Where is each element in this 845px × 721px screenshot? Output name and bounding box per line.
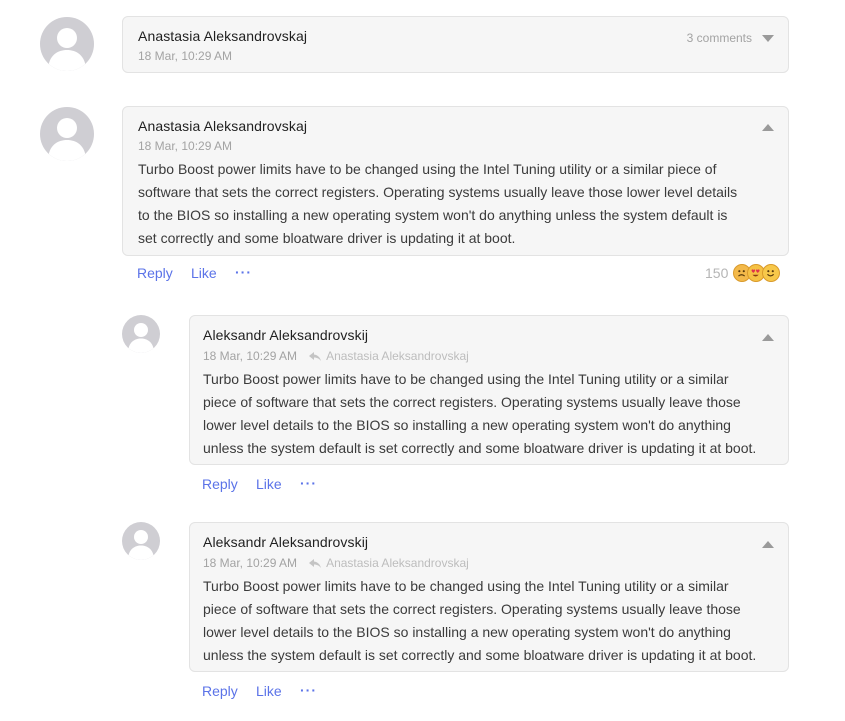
comment-body-line: piece of software that sets the correct … [203, 601, 741, 617]
chevron-down-icon[interactable] [762, 35, 774, 42]
comment-body-line: Turbo Boost power limits have to be chan… [203, 578, 729, 594]
comment-body: Turbo Boost power limits have to be chan… [138, 158, 737, 250]
reply-to-link[interactable]: Anastasia Aleksandrovskaj [309, 349, 469, 363]
avatar[interactable] [40, 17, 94, 71]
reply-to-link[interactable]: Anastasia Aleksandrovskaj [309, 556, 469, 570]
comment-body-line: Turbo Boost power limits have to be chan… [138, 161, 717, 177]
comments-count[interactable]: 3 comments [687, 31, 752, 45]
reply-button[interactable]: Reply [202, 476, 238, 492]
comment-card-reply: Aleksandr Aleksandrovskij 18 Mar, 10:29 … [189, 522, 789, 672]
user-silhouette-icon [48, 28, 86, 71]
reply-button[interactable]: Reply [137, 265, 173, 281]
comment-body: Turbo Boost power limits have to be chan… [203, 368, 756, 460]
avatar[interactable] [40, 107, 94, 161]
like-button[interactable]: Like [191, 265, 217, 281]
comment-body-line: lower level details to the BIOS so insta… [203, 624, 731, 640]
like-button[interactable]: Like [256, 476, 282, 492]
comment-body-line: Turbo Boost power limits have to be chan… [203, 371, 729, 387]
comment-meta: 18 Mar, 10:29 AM Anastasia Aleksandrovska… [203, 556, 469, 570]
chevron-up-icon[interactable] [762, 334, 774, 341]
user-silhouette-icon [128, 323, 154, 353]
reply-to-name: Anastasia Aleksandrovskaj [326, 349, 469, 363]
reaction-count[interactable]: 150 [705, 265, 728, 281]
avatar[interactable] [122, 315, 160, 353]
comment-body-line: set correctly and some bloatware driver … [138, 230, 516, 246]
user-silhouette-icon [128, 530, 154, 560]
comment-meta: 18 Mar, 10:29 AM Anastasia Aleksandrovska… [203, 349, 469, 363]
more-options-button[interactable]: ··· [300, 682, 317, 698]
comment-time: 18 Mar, 10:29 AM [138, 49, 233, 63]
avatar[interactable] [122, 522, 160, 560]
comment-card-collapsed: Anastasia Aleksandrovskaj 18 Mar, 10:29 … [122, 16, 789, 73]
comment-body-line: lower level details to the BIOS so insta… [203, 417, 731, 433]
comment-body-line: unless the system default is set correct… [203, 440, 757, 456]
reply-arrow-icon [309, 559, 322, 568]
comment-author[interactable]: Aleksandr Aleksandrovskij [203, 327, 368, 343]
comment-body-line: piece of software that sets the correct … [203, 394, 741, 410]
smile-face-icon-glyph [767, 270, 775, 277]
comment-body: Turbo Boost power limits have to be chan… [203, 575, 756, 667]
reply-arrow-icon [309, 352, 322, 361]
comment-author[interactable]: Anastasia Aleksandrovskaj [138, 118, 307, 134]
comment-author[interactable]: Anastasia Aleksandrovskaj [138, 28, 307, 44]
comment-body-line: to the BIOS so installing a new operatin… [138, 207, 728, 223]
comment-body-line: unless the system default is set correct… [203, 647, 757, 663]
comment-body-line: software that sets the correct registers… [138, 184, 738, 200]
user-silhouette-icon [48, 118, 86, 161]
comment-card: Anastasia Aleksandrovskaj 18 Mar, 10:29 … [122, 106, 789, 256]
more-options-button[interactable]: ··· [300, 475, 317, 491]
comment-time: 18 Mar, 10:29 AM [203, 349, 298, 363]
reply-button[interactable]: Reply [202, 683, 238, 699]
chevron-up-icon[interactable] [762, 541, 774, 548]
more-options-button[interactable]: ··· [235, 264, 252, 280]
smile-face-icon[interactable] [762, 264, 780, 282]
comment-time: 18 Mar, 10:29 AM [203, 556, 298, 570]
comment-author[interactable]: Aleksandr Aleksandrovskij [203, 534, 368, 550]
like-button[interactable]: Like [256, 683, 282, 699]
comment-card-reply: Aleksandr Aleksandrovskij 18 Mar, 10:29 … [189, 315, 789, 465]
chevron-up-icon[interactable] [762, 124, 774, 131]
comment-time: 18 Mar, 10:29 AM [138, 139, 233, 153]
reply-to-name: Anastasia Aleksandrovskaj [326, 556, 469, 570]
